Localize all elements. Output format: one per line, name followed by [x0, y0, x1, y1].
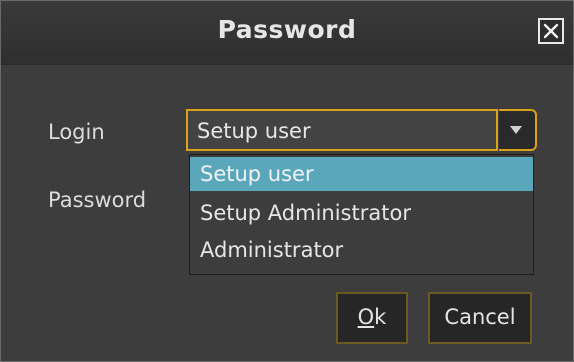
login-dropdown-list: Setup user Setup Administrator Administr…	[189, 154, 534, 275]
login-combobox-value: Setup user	[197, 119, 311, 143]
login-label: Login	[48, 120, 105, 144]
ok-label-rest: k	[374, 305, 387, 329]
ok-mnemonic: O	[357, 305, 375, 329]
login-combobox[interactable]: Setup user	[186, 109, 498, 151]
password-label: Password	[48, 188, 147, 212]
dropdown-option-setup-user[interactable]: Setup user	[190, 157, 533, 191]
dialog-titlebar: Password	[1, 1, 573, 65]
chevron-down-icon	[510, 126, 522, 134]
dropdown-option-administrator[interactable]: Administrator	[190, 233, 533, 267]
cancel-button[interactable]: Cancel	[428, 292, 532, 344]
close-button[interactable]	[538, 18, 564, 44]
close-icon	[543, 23, 559, 39]
login-combobox-arrow[interactable]	[499, 109, 537, 151]
dialog-title: Password	[217, 15, 357, 44]
password-dialog: Password Login Password Setup user Setup…	[0, 0, 574, 362]
dropdown-option-setup-administrator[interactable]: Setup Administrator	[190, 196, 533, 230]
ok-button[interactable]: Ok	[336, 292, 408, 344]
